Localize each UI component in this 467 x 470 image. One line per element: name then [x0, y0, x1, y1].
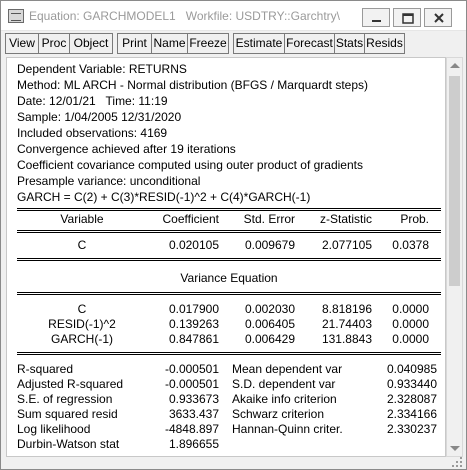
- covariance-line: Coefficient covariance computed using ou…: [17, 158, 363, 172]
- stat-value: 3633.437: [168, 407, 219, 421]
- divider: [17, 232, 441, 233]
- variable-name: RESID(-1)^2: [48, 317, 116, 331]
- stat-label: Mean dependent var: [232, 362, 343, 376]
- sample-line: Sample: 1/04/2005 12/31/2020: [17, 110, 182, 124]
- method-line: Method: ML ARCH - Normal distribution (B…: [17, 78, 368, 92]
- view-button[interactable]: View: [5, 33, 39, 54]
- divider: [17, 352, 441, 353]
- stat-label: Sum squared resid: [17, 407, 118, 421]
- stat-value: -4848.897: [164, 422, 219, 436]
- stat-value: 0.040985: [386, 362, 437, 376]
- close-icon: [434, 13, 444, 23]
- divider: [17, 210, 441, 211]
- minimize-icon: [372, 20, 381, 22]
- maximize-button[interactable]: [393, 8, 421, 27]
- resize-grip-icon[interactable]: [450, 455, 464, 469]
- date-line: Date: 12/01/21 Time: 11:19: [17, 94, 168, 108]
- garch-spec-line: GARCH = C(2) + C(3)*RESID(-1)^2 + C(4)*G…: [17, 190, 311, 204]
- coefficient-value: 0.020105: [168, 238, 219, 252]
- equation-window-icon: [8, 9, 24, 23]
- divider: [17, 292, 441, 293]
- stat-value: 1.896655: [168, 437, 219, 451]
- divider: [17, 258, 441, 259]
- stat-label: Schwarz criterion: [232, 407, 325, 421]
- prob-value: 0.0000: [392, 302, 429, 316]
- coefficient-value: 0.139263: [168, 317, 219, 331]
- proc-button[interactable]: Proc: [38, 33, 70, 54]
- stat-label: Hannan-Quinn criter.: [232, 422, 343, 436]
- stat-value: 2.330237: [386, 422, 437, 436]
- equation-toolbar: View Proc Object Print Name Freeze Estim…: [5, 33, 464, 54]
- stat-label: Adjusted R-squared: [17, 377, 124, 391]
- stat-label: R-squared: [17, 362, 74, 376]
- std-error-value: 0.006429: [244, 332, 295, 346]
- z-statistic-value: 2.077105: [321, 238, 372, 252]
- divider: [17, 294, 441, 295]
- title-bar[interactable]: Equation: GARCHMODEL1 Workfile: USDTRY::…: [1, 1, 466, 31]
- minimize-button[interactable]: [362, 8, 390, 27]
- equation-window: Equation: GARCHMODEL1 Workfile: USDTRY::…: [0, 0, 467, 470]
- close-button[interactable]: [424, 8, 452, 27]
- stats-button[interactable]: Stats: [334, 33, 365, 54]
- z-statistic-value: 131.8843: [321, 332, 372, 346]
- column-header-coefficient: Coefficient: [162, 212, 219, 226]
- z-statistic-value: 21.74403: [321, 317, 372, 331]
- std-error-value: 0.006405: [244, 317, 295, 331]
- observations-line: Included observations: 4169: [17, 126, 168, 140]
- variable-name: C: [77, 302, 87, 316]
- variance-equation-title: Variance Equation: [180, 271, 278, 285]
- z-statistic-value: 8.818196: [321, 302, 372, 316]
- resids-button[interactable]: Resids: [364, 33, 405, 54]
- stat-value: 0.933440: [386, 377, 437, 391]
- stat-label: Durbin-Watson stat: [17, 437, 120, 451]
- scroll-down-icon[interactable]: [450, 446, 460, 451]
- variable-name: C: [77, 238, 87, 252]
- stat-value: -0.000501: [164, 362, 219, 376]
- estimate-button[interactable]: Estimate: [233, 33, 285, 54]
- coefficient-value: 0.847861: [168, 332, 219, 346]
- object-button[interactable]: Object: [69, 33, 113, 54]
- maximize-icon: [402, 13, 414, 24]
- forecast-button[interactable]: Forecast: [284, 33, 335, 54]
- stat-label: Akaike info criterion: [232, 392, 337, 406]
- prob-value: 0.0000: [392, 317, 429, 331]
- prob-value: 0.0000: [392, 332, 429, 346]
- prob-value: 0.0378: [392, 238, 429, 252]
- name-button[interactable]: Name: [151, 33, 188, 54]
- stat-value: -0.000501: [164, 377, 219, 391]
- divider: [17, 230, 441, 231]
- stat-value: 2.334166: [386, 407, 437, 421]
- convergence-line: Convergence achieved after 19 iterations: [17, 142, 236, 156]
- column-header-std-error: Std. Error: [243, 212, 295, 226]
- scroll-up-icon[interactable]: [450, 63, 460, 68]
- divider: [17, 354, 441, 355]
- column-header-z-statistic: z-Statistic: [319, 212, 372, 226]
- stat-value: 0.933673: [168, 392, 219, 406]
- estimation-output[interactable]: Dependent Variable: RETURNS Method: ML A…: [6, 57, 446, 457]
- vertical-scrollbar[interactable]: [446, 57, 463, 457]
- print-button[interactable]: Print: [117, 33, 152, 54]
- coefficient-value: 0.017900: [168, 302, 219, 316]
- std-error-value: 0.009679: [244, 238, 295, 252]
- window-title: Equation: GARCHMODEL1 Workfile: USDTRY::…: [29, 9, 340, 23]
- variable-name: GARCH(-1): [51, 332, 113, 346]
- stat-label: Log likelihood: [17, 422, 91, 436]
- column-header-variable: Variable: [60, 212, 104, 226]
- divider: [17, 208, 441, 209]
- presample-line: Presample variance: unconditional: [17, 174, 201, 188]
- divider: [17, 260, 441, 261]
- column-header-prob: Prob.: [400, 212, 429, 226]
- freeze-button[interactable]: Freeze: [187, 33, 229, 54]
- scroll-thumb[interactable]: [449, 76, 460, 286]
- dependent-variable-line: Dependent Variable: RETURNS: [17, 62, 187, 76]
- std-error-value: 0.002030: [244, 302, 295, 316]
- stat-label: S.D. dependent var: [232, 377, 336, 391]
- stat-label: S.E. of regression: [17, 392, 113, 406]
- stat-value: 2.328087: [386, 392, 437, 406]
